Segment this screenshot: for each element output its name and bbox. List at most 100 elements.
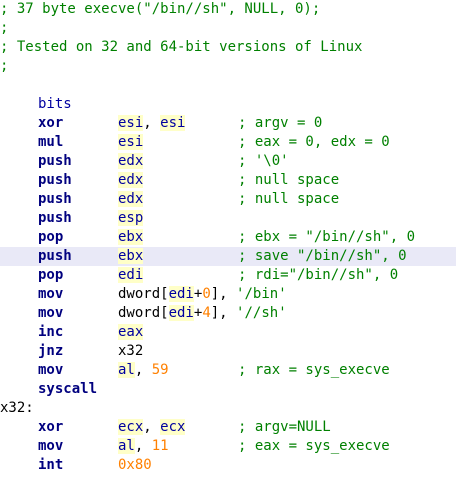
code-editor[interactable]: ; 37 byte execve("/bin//sh", NULL, 0); ;… (0, 0, 456, 477)
register-token: edx (118, 172, 144, 188)
header-comment-line: ; (0, 57, 456, 76)
instruction-operands: esi, esi (118, 114, 186, 133)
register-token: ebx (118, 248, 144, 264)
register-token: esi (160, 115, 186, 131)
number-token: 59 (151, 362, 169, 378)
instruction-operands: 0x80 (118, 456, 152, 475)
inline-comment: ; save "/bin//sh", 0 (238, 248, 407, 264)
register-token: ebx (118, 229, 144, 245)
inline-comment: ; rdi="/bin//sh", 0 (238, 267, 399, 283)
operand-token: x32 (118, 343, 144, 359)
instruction-mnemonic: push (38, 153, 72, 169)
inline-comment: ; eax = 0, edx = 0 (238, 134, 390, 150)
instruction-operands: edi (118, 266, 144, 285)
instruction-operands: edx (118, 152, 144, 171)
register-token: esi (118, 115, 144, 131)
instruction-mnemonic: push (38, 172, 72, 188)
operand-token: , (143, 419, 161, 435)
operand-token: dword[ (118, 305, 169, 321)
inline-comment: ; ebx = "/bin//sh", 0 (238, 229, 416, 245)
instruction-mnemonic: mul (38, 134, 64, 150)
register-token: esp (118, 210, 144, 226)
number-token: 0 (202, 286, 211, 302)
instruction-operands: ebx (118, 247, 144, 266)
instruction-mnemonic: pop (38, 229, 64, 245)
instruction-mnemonic: int (38, 457, 64, 473)
instruction-operands: edx (118, 171, 144, 190)
bits-line: bits 32 (0, 76, 456, 131)
code-line: push esp (0, 209, 456, 228)
instruction-mnemonic: push (38, 191, 72, 207)
register-token: edx (118, 153, 144, 169)
register-token: edi (168, 305, 194, 321)
operand-token: , (134, 362, 152, 378)
register-token: ecx (160, 419, 186, 435)
number-token: 11 (151, 438, 169, 454)
register-token: ecx (118, 419, 144, 435)
inline-comment: ; null space (238, 191, 340, 207)
instruction-mnemonic: jnz (38, 343, 64, 359)
header-comment-line: ; 37 byte execve("/bin//sh", NULL, 0); (0, 0, 456, 19)
instruction-mnemonic: xor (38, 419, 64, 435)
register-token: eax (118, 324, 144, 340)
instruction-operands: eax (118, 323, 144, 342)
code-line: pop edi ; rdi="/bin//sh", 0 (0, 266, 456, 285)
instruction-mnemonic: mov (38, 438, 64, 454)
code-line: push edx ; '\0' (0, 152, 456, 171)
comment-text: ; Tested on 32 and 64-bit versions of Li… (0, 39, 363, 55)
instruction-operands: esi (118, 133, 144, 152)
inline-comment: ; '\0' (238, 153, 289, 169)
code-line-current: push ebx ; save "/bin//sh", 0 (0, 247, 456, 266)
comment-text: ; (0, 20, 9, 36)
code-line: push edx ; null space (0, 190, 456, 209)
code-line: pop ebx ; ebx = "/bin//sh", 0 (0, 228, 456, 247)
operand-token: , (134, 438, 152, 454)
register-token: al (118, 362, 135, 378)
operand-token: dword[ (118, 286, 169, 302)
code-line: xor ecx, ecx ; argv=NULL (0, 418, 456, 437)
code-line: mov al, 11 ; eax = sys_execve (0, 437, 456, 456)
code-block-main: xor esi, esi ; argv = 0 mul esi ; eax = 0, ed… (0, 114, 456, 399)
inline-comment: ; eax = sys_execve (238, 438, 390, 454)
register-token: al (118, 438, 135, 454)
instruction-operands: dword[edi+4], '//sh' (118, 304, 287, 323)
instruction-mnemonic: push (38, 248, 72, 264)
code-line: mov al, 59 ; rax = sys_execve (0, 361, 456, 380)
code-line: mov dword[edi+4], '//sh' (0, 304, 456, 323)
header-comment-line: ; Tested on 32 and 64-bit versions of Li… (0, 38, 456, 57)
label-line: x32: (0, 399, 456, 418)
code-line: push edx ; null space (0, 171, 456, 190)
code-line: jnz x32 (0, 342, 456, 361)
instruction-operands: ecx, ecx (118, 418, 186, 437)
operand-token: ], (210, 305, 237, 321)
code-line: inc eax (0, 323, 456, 342)
register-token: edx (118, 191, 144, 207)
instruction-operands: esp (118, 209, 144, 228)
instruction-operands: al, 11 (118, 437, 169, 456)
register-token: esi (118, 134, 144, 150)
instruction-mnemonic: push (38, 210, 72, 226)
inline-comment: ; argv = 0 (238, 115, 323, 131)
instruction-operands: al, 59 (118, 361, 169, 380)
operand-token: , (143, 115, 161, 131)
code-line: xor esi, esi ; argv = 0 (0, 114, 456, 133)
string-token: '/bin' (236, 286, 287, 302)
comment-text: ; (0, 58, 9, 74)
instruction-mnemonic: mov (38, 305, 64, 321)
code-line: mul esi ; eax = 0, edx = 0 (0, 133, 456, 152)
instruction-mnemonic: mov (38, 286, 64, 302)
code-line: syscall (0, 380, 456, 399)
instruction-mnemonic: syscall (38, 381, 98, 397)
jump-label: x32: (0, 400, 34, 416)
register-token: edi (168, 286, 194, 302)
code-line: int 0x80 (0, 456, 456, 475)
comment-text: ; 37 byte execve("/bin//sh", NULL, 0); (0, 1, 321, 17)
inline-comment: ; rax = sys_execve (238, 362, 390, 378)
instruction-mnemonic: pop (38, 267, 64, 283)
instruction-mnemonic: xor (38, 115, 64, 131)
instruction-operands: ebx (118, 228, 144, 247)
code-line: mov dword[edi+0], '/bin' (0, 285, 456, 304)
number-token: 0x80 (118, 457, 152, 473)
operand-token: ], (210, 286, 237, 302)
